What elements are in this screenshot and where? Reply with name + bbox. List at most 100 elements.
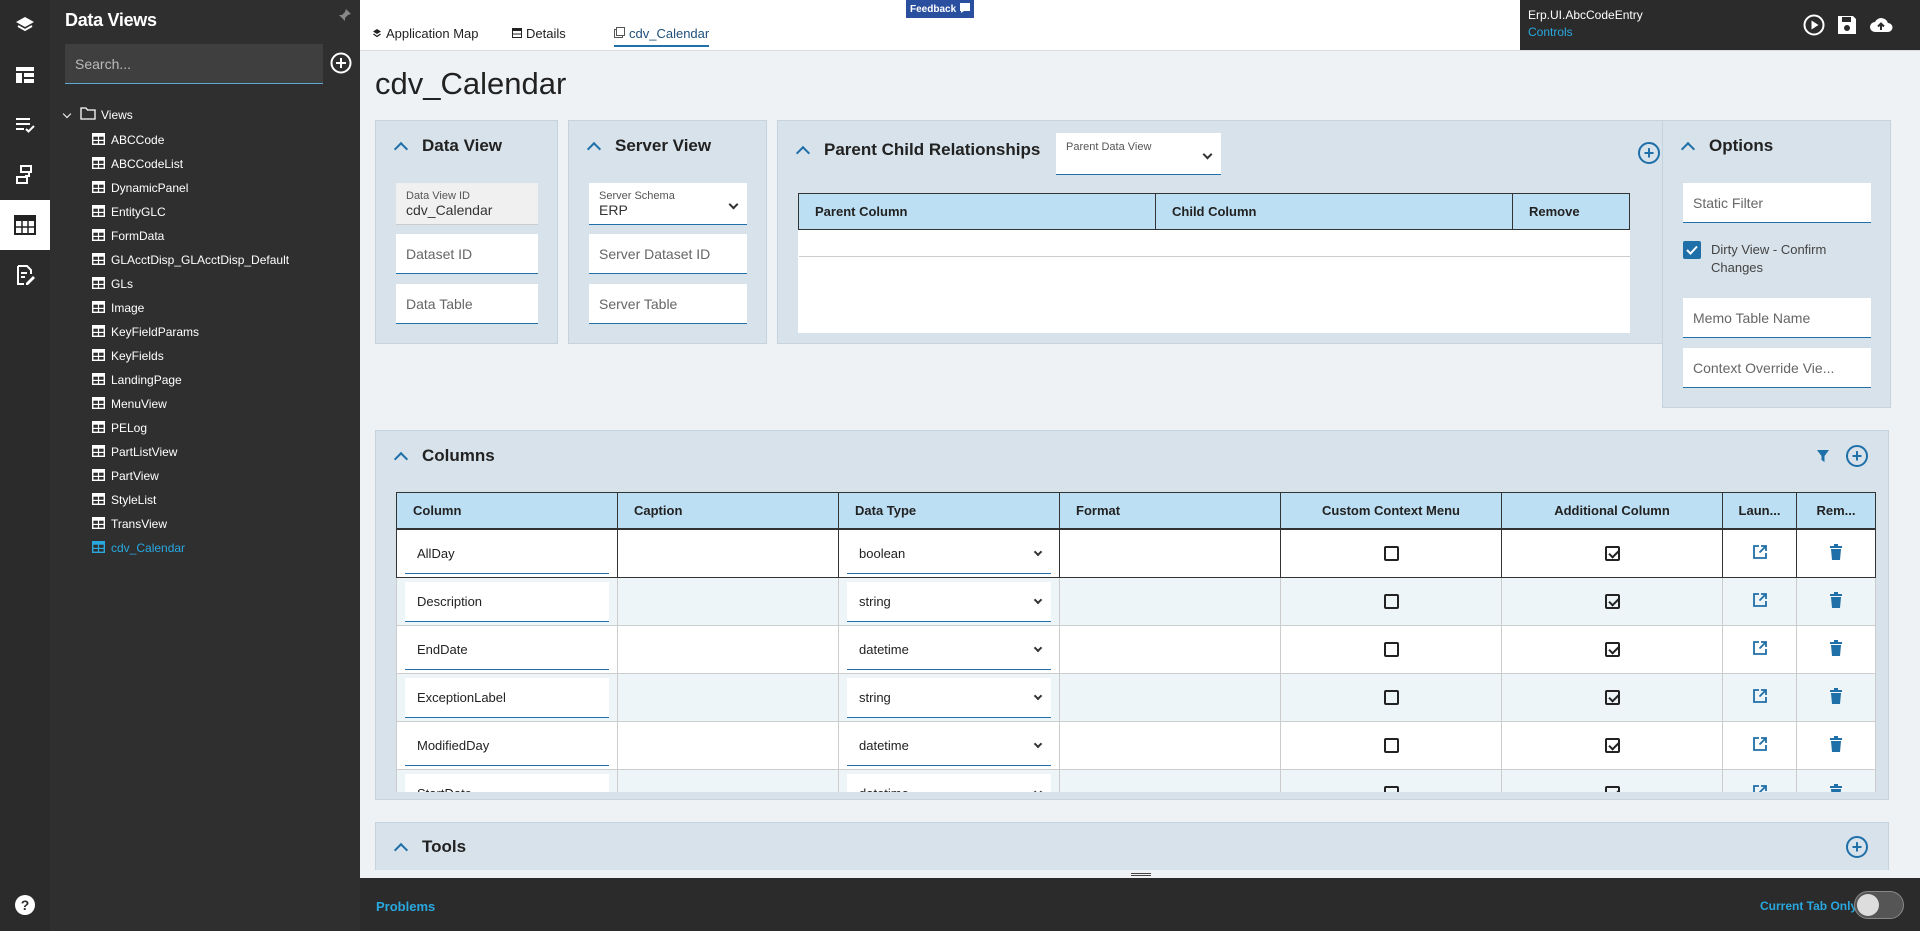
- tree-item-stylelist[interactable]: StyleList: [91, 488, 289, 512]
- tree-item-dynamicpanel[interactable]: DynamicPanel: [91, 176, 289, 200]
- server-schema-select[interactable]: Server Schema ERP: [589, 183, 747, 225]
- tree-item-partlistview[interactable]: PartListView: [91, 440, 289, 464]
- data-views-icon[interactable]: [0, 200, 50, 250]
- tree-item-gls[interactable]: GLs: [91, 272, 289, 296]
- tree-item-abccode[interactable]: ABCCode: [91, 128, 289, 152]
- options-header[interactable]: Options: [1663, 121, 1890, 170]
- columns-header[interactable]: Columns: [376, 431, 1888, 481]
- resize-handle[interactable]: [1131, 873, 1151, 876]
- header-child-column[interactable]: Child Column: [1155, 193, 1513, 230]
- launch-icon[interactable]: [1752, 545, 1768, 563]
- column-name-input[interactable]: ModifiedDay: [405, 725, 609, 766]
- additional-column-checkbox[interactable]: [1604, 642, 1620, 657]
- data-type-select[interactable]: datetime: [847, 773, 1051, 792]
- parent-data-view-select[interactable]: Parent Data View: [1056, 133, 1221, 175]
- current-tab-only-toggle[interactable]: [1854, 891, 1904, 919]
- column-name-input[interactable]: EndDate: [405, 629, 609, 670]
- document-edit-icon[interactable]: [0, 250, 50, 300]
- tree-item-formdata[interactable]: FormData: [91, 224, 289, 248]
- layout-icon[interactable]: [0, 50, 50, 100]
- launch-icon[interactable]: [1752, 641, 1768, 659]
- custom-context-menu-checkbox[interactable]: [1383, 786, 1399, 792]
- trash-icon[interactable]: [1829, 592, 1843, 611]
- custom-context-menu-checkbox[interactable]: [1383, 594, 1399, 609]
- tree-item-keyfields[interactable]: KeyFields: [91, 344, 289, 368]
- dirty-view-checkbox[interactable]: [1683, 241, 1701, 259]
- header-remove[interactable]: Rem...: [1796, 492, 1876, 529]
- layers-icon[interactable]: [0, 0, 50, 50]
- chevron-down-icon[interactable]: [1033, 643, 1043, 652]
- tools-header[interactable]: Tools: [376, 823, 1888, 871]
- header-custom-context-menu[interactable]: Custom Context Menu: [1280, 492, 1502, 529]
- format-cell[interactable]: [1059, 529, 1281, 578]
- tree-item-keyfieldparams[interactable]: KeyFieldParams: [91, 320, 289, 344]
- tree-item-entityglc[interactable]: EntityGLC: [91, 200, 289, 224]
- header-caption[interactable]: Caption: [617, 492, 839, 529]
- chevron-down-icon[interactable]: [1033, 739, 1043, 748]
- data-type-select[interactable]: string: [847, 581, 1051, 622]
- custom-context-menu-checkbox[interactable]: [1383, 546, 1399, 561]
- custom-context-menu-checkbox[interactable]: [1383, 738, 1399, 753]
- chevron-down-icon[interactable]: [1033, 787, 1043, 792]
- header-column[interactable]: Column: [396, 492, 618, 529]
- format-cell[interactable]: [1059, 625, 1281, 674]
- server-view-header[interactable]: Server View: [569, 121, 766, 170]
- tab-cdv-calendar[interactable]: cdv_Calendar: [614, 26, 710, 47]
- context-override-field[interactable]: Context Override Vie...: [1683, 348, 1871, 388]
- caption-cell[interactable]: [617, 721, 839, 770]
- column-name-input[interactable]: AllDay: [405, 533, 609, 574]
- help-icon[interactable]: ?: [0, 880, 50, 930]
- data-table-field[interactable]: Data Table: [396, 284, 538, 324]
- collapse-icon[interactable]: [1680, 141, 1696, 156]
- header-additional-column[interactable]: Additional Column: [1501, 492, 1723, 529]
- collapse-icon[interactable]: [393, 842, 409, 858]
- pin-icon[interactable]: [338, 8, 352, 25]
- table-row[interactable]: EndDate datetime: [396, 625, 1876, 674]
- caption-cell[interactable]: [617, 577, 839, 626]
- chevron-down-icon[interactable]: [728, 199, 739, 210]
- data-type-select[interactable]: datetime: [847, 725, 1051, 766]
- tree-root-views[interactable]: Views: [62, 107, 133, 123]
- additional-column-checkbox[interactable]: [1604, 690, 1620, 705]
- collapse-icon[interactable]: [586, 141, 602, 156]
- format-cell[interactable]: [1059, 721, 1281, 770]
- tree-item-cdv-calendar[interactable]: cdv_Calendar: [91, 536, 289, 560]
- column-name-input[interactable]: ExceptionLabel: [405, 677, 609, 718]
- launch-icon[interactable]: [1752, 689, 1768, 707]
- tree-item-pelog[interactable]: PELog: [91, 416, 289, 440]
- trash-icon[interactable]: [1829, 736, 1843, 755]
- context-subtitle[interactable]: Controls: [1528, 25, 1573, 39]
- chevron-down-icon[interactable]: [1033, 595, 1043, 604]
- chevron-down-icon[interactable]: [1033, 691, 1043, 700]
- custom-context-menu-checkbox[interactable]: [1383, 642, 1399, 657]
- add-relationship-icon[interactable]: +: [1638, 142, 1660, 164]
- header-parent-column[interactable]: Parent Column: [798, 193, 1156, 230]
- launch-icon[interactable]: [1752, 593, 1768, 611]
- caption-cell[interactable]: [617, 769, 839, 792]
- header-format[interactable]: Format: [1059, 492, 1281, 529]
- chevron-down-icon[interactable]: [1033, 547, 1043, 556]
- add-view-icon[interactable]: [330, 52, 352, 77]
- table-row[interactable]: ExceptionLabel string: [396, 673, 1876, 722]
- tree-item-partview[interactable]: PartView: [91, 464, 289, 488]
- format-cell[interactable]: [1059, 673, 1281, 722]
- collapse-icon[interactable]: [795, 145, 811, 161]
- trash-icon[interactable]: [1829, 640, 1843, 659]
- tree-item-landingpage[interactable]: LandingPage: [91, 368, 289, 392]
- table-row[interactable]: StartDate datetime: [396, 769, 1876, 792]
- cloud-upload-icon[interactable]: [1869, 14, 1893, 39]
- custom-context-menu-checkbox[interactable]: [1383, 690, 1399, 705]
- static-filter-field[interactable]: Static Filter: [1683, 183, 1871, 223]
- table-row[interactable]: AllDay boolean: [396, 529, 1876, 578]
- filter-icon[interactable]: [1816, 449, 1830, 466]
- caption-cell[interactable]: [617, 529, 839, 578]
- column-name-input[interactable]: Description: [405, 581, 609, 622]
- table-row[interactable]: Description string: [396, 577, 1876, 626]
- additional-column-checkbox[interactable]: [1604, 546, 1620, 561]
- table-row[interactable]: ModifiedDay datetime: [396, 721, 1876, 770]
- tree-item-transview[interactable]: TransView: [91, 512, 289, 536]
- add-column-icon[interactable]: +: [1846, 445, 1868, 467]
- checklist-icon[interactable]: [0, 100, 50, 150]
- memo-table-field[interactable]: Memo Table Name: [1683, 298, 1871, 338]
- problems-link[interactable]: Problems: [376, 899, 435, 914]
